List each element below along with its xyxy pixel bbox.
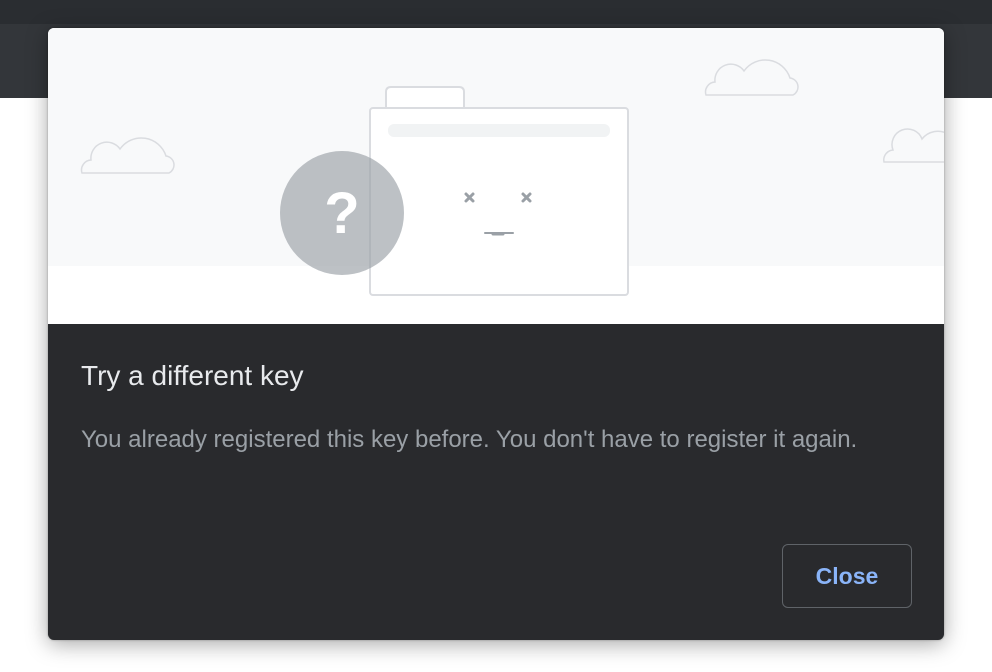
error-illustration-graphic: ? bbox=[48, 28, 944, 296]
key-already-registered-dialog: ? Try a different key You already regist… bbox=[48, 28, 944, 640]
question-mark-icon: ? bbox=[280, 151, 404, 275]
dialog-message: You already registered this key before. … bbox=[81, 426, 858, 453]
background-top-bar bbox=[0, 0, 992, 24]
dialog-content: Try a different key You already register… bbox=[48, 324, 944, 640]
dialog-illustration: ? bbox=[48, 28, 944, 324]
dialog-title: Try a different key bbox=[81, 360, 304, 391]
svg-text:?: ? bbox=[324, 181, 359, 246]
folder-icon bbox=[369, 86, 629, 296]
close-button[interactable]: Close bbox=[782, 544, 912, 608]
